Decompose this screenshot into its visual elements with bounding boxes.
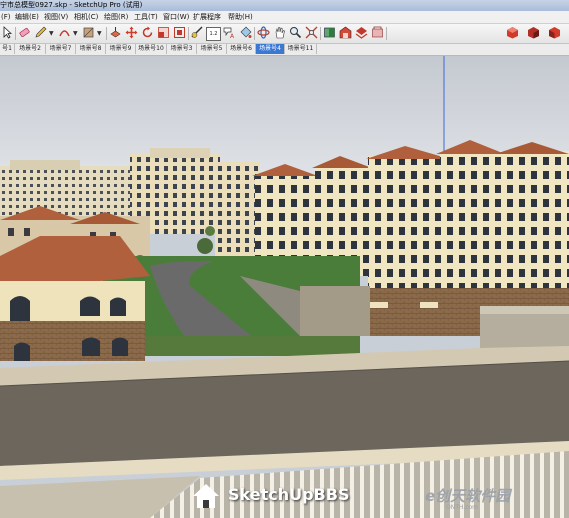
tape-measure-icon[interactable]: [191, 26, 204, 39]
menu-draw[interactable]: 绘图(R): [104, 11, 128, 23]
toolbar-separator: [15, 27, 16, 40]
menu-extensions[interactable]: 扩展程序: [193, 11, 221, 23]
select-icon[interactable]: [1, 26, 14, 39]
scale-icon[interactable]: [157, 26, 170, 39]
text-icon[interactable]: A: [223, 26, 236, 39]
watermark-cn-text: e创天软件园: [425, 487, 511, 505]
menu-camera[interactable]: 相机(C): [74, 11, 98, 23]
scene-tab-8[interactable]: 场景号8: [76, 44, 106, 54]
toolbar-separator: [188, 27, 189, 40]
scene-tab-1[interactable]: 号1: [0, 44, 15, 54]
scene-tab-3[interactable]: 场景号3: [167, 44, 197, 54]
menu-help[interactable]: 帮助(H): [228, 11, 253, 23]
scene-tab-10[interactable]: 场景号10: [136, 44, 167, 54]
component-icon[interactable]: [323, 26, 336, 39]
orbit-icon[interactable]: [257, 26, 270, 39]
svg-text:A: A: [230, 33, 235, 39]
menu-bar: (F) 编辑(E) 视图(V) 相机(C) 绘图(R) 工具(T) 窗口(W) …: [0, 11, 569, 24]
scene-tab-2[interactable]: 场景号2: [15, 44, 46, 54]
push-pull-icon[interactable]: [109, 26, 122, 39]
ruby-cube-icon[interactable]: [506, 26, 519, 39]
model-viewport[interactable]: SketchUpBBS e创天软件园 ONTH.com: [0, 56, 569, 518]
toolbar-separator: [254, 27, 255, 40]
zoom-extents-icon[interactable]: [305, 26, 318, 39]
scene-tab-4-active[interactable]: 场景号4: [256, 44, 285, 54]
scene-tab-9[interactable]: 场景号9: [106, 44, 136, 54]
paint-bucket-icon[interactable]: [239, 26, 252, 39]
scene-tab-11[interactable]: 场景号11: [285, 44, 317, 54]
menu-view[interactable]: 视图(V): [44, 11, 68, 23]
offset-icon[interactable]: [173, 26, 186, 39]
share-model-icon[interactable]: [355, 26, 368, 39]
arc-dropdown-arrow-icon[interactable]: ▼: [73, 30, 78, 37]
watermark-cn-sub: ONTH.com: [446, 504, 479, 511]
rectangle-dropdown-arrow-icon[interactable]: ▼: [97, 30, 102, 37]
menu-tools[interactable]: 工具(T): [134, 11, 158, 23]
menu-edit[interactable]: 编辑(E): [15, 11, 39, 23]
title-bar: 宁市总模型0927.skp - SketchUp Pro (试用): [0, 0, 569, 11]
toolbar-separator: [106, 27, 107, 40]
arc-icon[interactable]: [58, 26, 71, 39]
extension-warehouse-icon[interactable]: [371, 26, 384, 39]
pencil-dropdown-arrow-icon[interactable]: ▼: [49, 30, 54, 37]
watermark-logo-text: SketchUpBBS: [228, 485, 350, 504]
move-icon[interactable]: [125, 26, 138, 39]
zoom-icon[interactable]: [289, 26, 302, 39]
warehouse-icon[interactable]: [339, 26, 352, 39]
solid-tools-icon[interactable]: [527, 26, 540, 39]
toolbar-separator: [386, 27, 387, 40]
scene-tab-7[interactable]: 场景号7: [46, 44, 76, 54]
sandbox-icon[interactable]: [548, 26, 561, 39]
scene-tabs-bar: 号1 场景号2 场景号7 场景号8 场景号9 场景号10 场景号3 场景号5 场…: [0, 44, 569, 56]
pencil-icon[interactable]: [34, 26, 47, 39]
toolbar-separator: [320, 27, 321, 40]
menu-window[interactable]: 窗口(W): [163, 11, 189, 23]
pan-icon[interactable]: [273, 26, 286, 39]
menu-file[interactable]: (F): [1, 11, 11, 23]
scene-tab-5[interactable]: 场景号5: [197, 44, 227, 54]
front-villa: [0, 236, 150, 361]
dimension-icon[interactable]: 1.2: [206, 27, 221, 41]
rotate-icon[interactable]: [141, 26, 154, 39]
rectangle-icon[interactable]: [82, 26, 95, 39]
model-scene: [0, 56, 569, 518]
window-title: 宁市总模型0927.skp - SketchUp Pro (试用): [0, 1, 143, 9]
front-right-block: [480, 306, 569, 351]
eraser-icon[interactable]: [18, 26, 31, 39]
main-toolbar: ▼ ▼ ▼ 1.2 A: [0, 24, 569, 44]
scene-tab-6[interactable]: 场景号6: [227, 44, 256, 54]
dimension-label: 1.2: [209, 31, 218, 37]
